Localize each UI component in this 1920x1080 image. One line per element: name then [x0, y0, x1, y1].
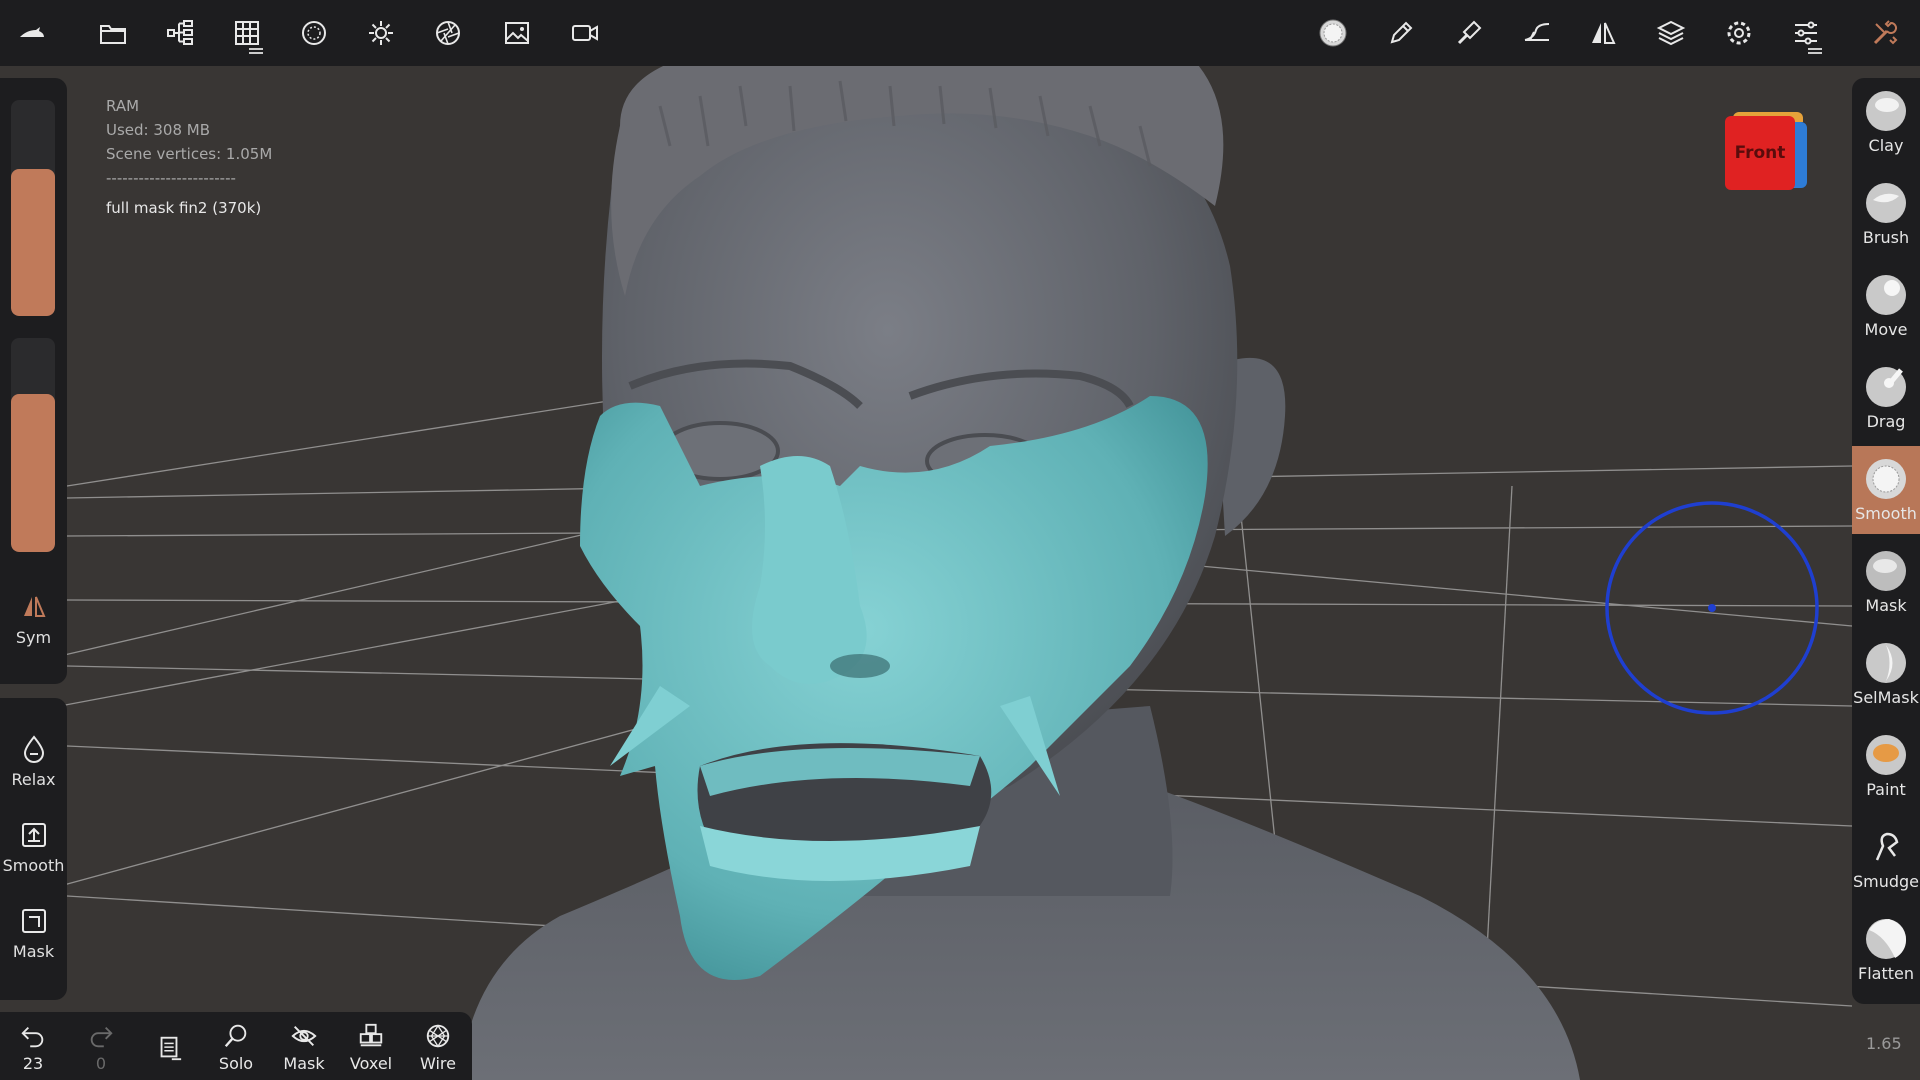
eye-slash-icon	[291, 1026, 317, 1046]
smooth-tool[interactable]: Smooth	[0, 820, 67, 875]
radius-slider[interactable]	[11, 100, 55, 316]
magnifier-icon	[224, 1024, 247, 1048]
mask-label: Mask	[12, 942, 55, 961]
brush-smooth[interactable]: Smooth	[1852, 446, 1920, 534]
wireframe-label: Wire	[420, 1054, 456, 1073]
material-sphere-icon[interactable]	[292, 11, 336, 55]
view-cube-front: Front	[1725, 116, 1795, 190]
droplet-icon	[23, 735, 44, 763]
background-image-icon[interactable]	[495, 11, 539, 55]
flatten-brush-icon	[1866, 919, 1907, 959]
brush-selmask-label: SelMask	[1853, 688, 1919, 707]
standard-brush-icon	[1866, 183, 1906, 223]
ram-label: RAM	[106, 97, 140, 115]
left-tool-panel: Relax Smooth Mask	[0, 698, 67, 1000]
stroke-pen-icon[interactable]	[1379, 11, 1423, 55]
intensity-slider[interactable]	[11, 338, 55, 552]
paint-brush-sphere-icon	[1866, 735, 1906, 775]
symmetry-icon	[23, 596, 46, 617]
mask-brush-icon	[1866, 551, 1906, 591]
app-logo-icon[interactable]	[10, 11, 54, 55]
voxel-cubes-icon	[359, 1023, 383, 1047]
solo-button[interactable]: Solo	[205, 1022, 267, 1073]
box-arrow-up-icon	[21, 823, 46, 847]
current-brush-icon[interactable]	[1311, 11, 1355, 55]
brush-mask-label: Mask	[1865, 596, 1907, 615]
brush-smooth-label: Smooth	[1855, 504, 1917, 523]
brush-flatten[interactable]: Flatten	[1852, 906, 1920, 994]
sliders-menu-icon[interactable]	[1784, 11, 1828, 55]
hide-mask-button[interactable]: Mask	[273, 1022, 335, 1073]
brush-paint-label: Paint	[1866, 780, 1906, 799]
undo-count: 23	[22, 1054, 44, 1073]
radius-slider-fill	[11, 169, 55, 316]
tools-wrench-icon[interactable]	[1863, 11, 1907, 55]
bottom-toolbar: 23 0 Solo Mask Voxel Wire	[0, 1012, 472, 1080]
solo-label: Solo	[218, 1054, 254, 1073]
brush-move[interactable]: Move	[1852, 262, 1920, 350]
smudge-finger-icon	[1875, 832, 1899, 861]
left-slider-panel: Sym	[0, 78, 67, 684]
brush-paint[interactable]: Paint	[1852, 722, 1920, 810]
relax-label: Relax	[11, 770, 56, 789]
brush-brush-label: Brush	[1862, 228, 1910, 247]
falloff-curve-icon[interactable]	[1515, 11, 1559, 55]
brush-drag-label: Drag	[1866, 412, 1906, 431]
relax-tool[interactable]: Relax	[0, 734, 67, 789]
info-separator: ------------------------	[106, 169, 236, 187]
folder-icon[interactable]	[91, 11, 135, 55]
brush-clay-label: Clay	[1868, 136, 1904, 155]
lighting-sun-icon[interactable]	[359, 11, 403, 55]
brush-smudge[interactable]: Smudge	[1852, 814, 1920, 902]
model-name: full mask fin2 (370k)	[106, 199, 262, 217]
brush-flatten-label: Flatten	[1858, 964, 1914, 983]
undo-arrow-icon	[21, 1026, 44, 1048]
view-cube[interactable]: Front	[1725, 112, 1809, 192]
scene-vertices: Scene vertices: 1.05M	[106, 145, 273, 163]
selmask-brush-icon	[1866, 643, 1906, 683]
video-camera-icon[interactable]	[563, 11, 607, 55]
wireframe-sphere-icon	[426, 1024, 450, 1048]
document-icon	[160, 1036, 182, 1061]
smooth-label: Smooth	[2, 856, 65, 875]
paint-brush-icon[interactable]	[1447, 11, 1491, 55]
clay-brush-icon	[1866, 91, 1906, 131]
sym-label: Sym	[15, 628, 52, 647]
scene-tree-icon[interactable]	[158, 11, 202, 55]
brush-drag[interactable]: Drag	[1852, 354, 1920, 442]
scene-list-button[interactable]	[138, 1034, 200, 1062]
wireframe-button[interactable]: Wire	[407, 1022, 469, 1073]
move-brush-icon	[1866, 275, 1906, 315]
voxel-label: Voxel	[349, 1054, 393, 1073]
redo-count: 0	[95, 1054, 107, 1073]
brush-clay[interactable]: Clay	[1852, 78, 1920, 166]
symmetry-icon[interactable]	[1581, 11, 1625, 55]
brush-selmask[interactable]: SelMask	[1852, 630, 1920, 718]
layers-icon[interactable]	[1649, 11, 1693, 55]
sym-toggle[interactable]: Sym	[0, 592, 67, 647]
voxel-button[interactable]: Voxel	[340, 1022, 402, 1073]
zoom-level: 1.65	[1866, 1034, 1902, 1053]
redo-button[interactable]: 0	[70, 1022, 132, 1073]
top-toolbar	[0, 0, 1920, 66]
ram-used: Used: 308 MB	[106, 121, 210, 139]
scene-info-overlay: RAM Used: 308 MB Scene vertices: 1.05M -…	[106, 94, 272, 220]
topology-grid-icon[interactable]	[225, 11, 269, 55]
drag-brush-icon	[1866, 367, 1906, 407]
brush-brush[interactable]: Brush	[1852, 170, 1920, 258]
camera-aperture-icon[interactable]	[426, 11, 470, 55]
hide-mask-label: Mask	[283, 1054, 325, 1073]
undo-button[interactable]: 23	[2, 1022, 64, 1073]
settings-gear-icon[interactable]	[1717, 11, 1761, 55]
brush-mask[interactable]: Mask	[1852, 538, 1920, 626]
redo-arrow-icon	[90, 1026, 113, 1048]
box-corner-icon	[21, 909, 46, 933]
brush-panel: Clay Brush Move Drag Smooth Mask SelMask…	[1852, 78, 1920, 1004]
3d-viewport[interactable]	[0, 66, 1920, 1080]
brush-move-label: Move	[1864, 320, 1908, 339]
mask-tool[interactable]: Mask	[0, 906, 67, 961]
smooth-brush-icon	[1866, 459, 1906, 499]
brush-smudge-label: Smudge	[1852, 872, 1920, 891]
intensity-slider-fill	[11, 393, 55, 552]
